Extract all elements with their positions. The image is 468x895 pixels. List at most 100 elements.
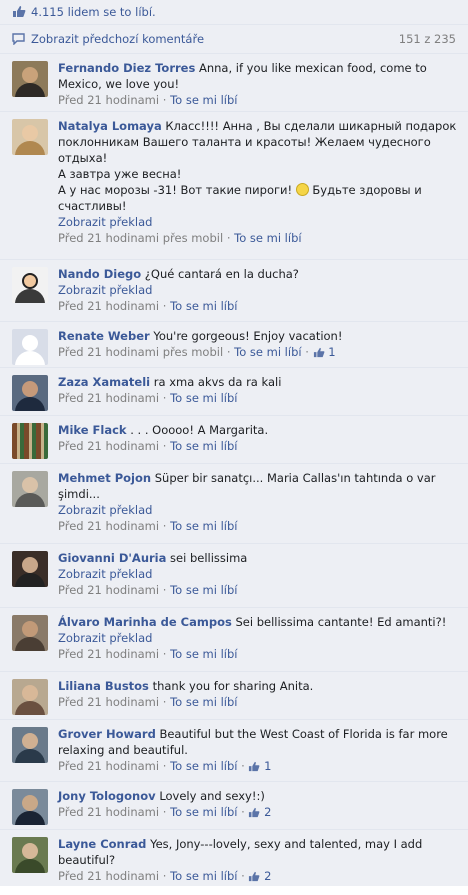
comment-meta: Před 21 hodinami · To se mi líbí — [58, 93, 238, 107]
comment-author[interactable]: Giovanni D'Auria — [58, 551, 166, 565]
translate-link[interactable]: Zobrazit překlad — [58, 503, 152, 517]
like-link[interactable]: To se mi líbí — [170, 519, 237, 533]
thumbs-up-icon — [249, 807, 260, 818]
comment-author[interactable]: Nando Diego — [58, 267, 141, 281]
translate-link[interactable]: Zobrazit překlad — [58, 631, 152, 645]
previous-comments-bar: Zobrazit předchozí komentáře 151 z 235 — [0, 25, 468, 54]
comment-author[interactable]: Fernando Diez Torres — [58, 61, 195, 75]
avatar[interactable] — [12, 615, 48, 651]
comment-bubble-icon — [12, 32, 25, 46]
like-link[interactable]: To se mi líbí — [170, 391, 237, 405]
like-link[interactable]: To se mi líbí — [170, 759, 237, 773]
like-count[interactable]: 2 — [248, 869, 271, 883]
avatar[interactable] — [12, 119, 48, 155]
comment-timestamp[interactable]: Před 21 hodinami — [58, 805, 159, 819]
translate-link[interactable]: Zobrazit překlad — [58, 283, 152, 297]
translate-link[interactable]: Zobrazit překlad — [58, 215, 152, 229]
comment-timestamp[interactable]: Před 21 hodinami — [58, 695, 159, 709]
like-link[interactable]: To se mi líbí — [170, 695, 237, 709]
avatar[interactable] — [12, 837, 48, 873]
comment-author[interactable]: Grover Howard — [58, 727, 156, 741]
comment-timestamp[interactable]: Před 21 hodinami — [58, 759, 159, 773]
comment-text: Lovely and sexy!:) — [159, 789, 265, 803]
comment-meta: Před 21 hodinami · To se mi líbí · 2 — [58, 805, 272, 819]
like-link[interactable]: To se mi líbí — [234, 345, 301, 359]
comment-author[interactable]: Álvaro Marinha de Campos — [58, 615, 232, 629]
avatar[interactable] — [12, 61, 48, 97]
comment-meta: Před 21 hodinami přes mobil · To se mi l… — [58, 345, 336, 359]
comment-item: Álvaro Marinha de Campos Sei bellissima … — [0, 608, 468, 672]
comment-text: ra xma akvs da ra kali — [153, 375, 282, 389]
comment-timestamp[interactable]: Před 21 hodinami — [58, 391, 159, 405]
avatar[interactable] — [12, 679, 48, 715]
comment-author[interactable]: Mehmet Pojon — [58, 471, 151, 485]
comment-count: 151 z 235 — [398, 32, 456, 46]
like-link[interactable]: To se mi líbí — [170, 805, 237, 819]
comment-timestamp[interactable]: Před 21 hodinami přes mobil — [58, 345, 223, 359]
likes-count-link[interactable]: 4.115 lidem se to líbí. — [31, 5, 156, 19]
like-count[interactable]: 1 — [313, 345, 336, 359]
thumbs-up-icon — [249, 871, 260, 882]
comment-author[interactable]: Natalya Lomaya — [58, 119, 162, 133]
like-link[interactable]: To se mi líbí — [170, 583, 237, 597]
like-link[interactable]: To se mi líbí — [234, 231, 301, 245]
avatar[interactable] — [12, 375, 48, 411]
smiley-icon — [295, 183, 309, 196]
comment-timestamp[interactable]: Před 21 hodinami — [58, 519, 159, 533]
comment-author[interactable]: Liliana Bustos — [58, 679, 149, 693]
comment-timestamp[interactable]: Před 21 hodinami — [58, 439, 159, 453]
comment-item: Jony Tologonov Lovely and sexy!:) Před 2… — [0, 782, 468, 830]
comment-timestamp[interactable]: Před 21 hodinami — [58, 869, 159, 883]
comment-timestamp[interactable]: Před 21 hodinami — [58, 299, 159, 313]
comment-author[interactable]: Renate Weber — [58, 329, 150, 343]
avatar[interactable] — [12, 267, 48, 303]
comment-meta: Před 21 hodinami · To se mi líbí — [58, 519, 238, 533]
comment-item: Mike Flack . . . Ooooo! A Margarita. Pře… — [0, 416, 468, 464]
like-link[interactable]: To se mi líbí — [170, 647, 237, 661]
comment-timestamp[interactable]: Před 21 hodinami — [58, 93, 159, 107]
comment-meta: Před 21 hodinami · To se mi líbí — [58, 439, 238, 453]
comment-text: Sei bellissima cantante! Ed amanti?! — [235, 615, 447, 629]
comment-item: Giovanni D'Auria sei bellissima Zobrazit… — [0, 544, 468, 608]
comment-author[interactable]: Mike Flack — [58, 423, 127, 437]
comment-meta: Před 21 hodinami · To se mi líbí — [58, 695, 238, 709]
comment-text: . . . Ooooo! A Margarita. — [130, 423, 269, 437]
comment-timestamp[interactable]: Před 21 hodinami přes mobil — [58, 231, 223, 245]
comment-item: Mehmet Pojon Süper bir sanatçı... Maria … — [0, 464, 468, 544]
comment-meta: Před 21 hodinami přes mobil · To se mi l… — [58, 231, 302, 245]
avatar[interactable] — [12, 789, 48, 825]
comment-author[interactable]: Jony Tologonov — [58, 789, 156, 803]
thumbs-up-icon — [249, 761, 260, 772]
comment-text: sei bellissima — [170, 551, 248, 565]
comment-item: Nando Diego ¿Qué cantará en la ducha? Zo… — [0, 260, 468, 322]
comment-item: Layne Conrad Yes, Jony---lovely, sexy an… — [0, 830, 468, 886]
comment-meta: Před 21 hodinami · To se mi líbí — [58, 391, 238, 405]
comment-timestamp[interactable]: Před 21 hodinami — [58, 583, 159, 597]
like-link[interactable]: To se mi líbí — [170, 93, 237, 107]
avatar[interactable] — [12, 551, 48, 587]
comment-meta: Před 21 hodinami · To se mi líbí · 2 — [58, 869, 272, 883]
avatar[interactable] — [12, 471, 48, 507]
avatar[interactable] — [12, 423, 48, 459]
comment-text: А завтра уже весна! — [58, 167, 182, 181]
comment-item: Natalya Lomaya Класс!!!! Анна , Вы сдела… — [0, 112, 468, 260]
like-link[interactable]: To se mi líbí — [170, 869, 237, 883]
like-count[interactable]: 2 — [248, 805, 271, 819]
comment-text: А у нас морозы -31! Вот такие пироги! — [58, 183, 293, 197]
comment-timestamp[interactable]: Před 21 hodinami — [58, 647, 159, 661]
translate-link[interactable]: Zobrazit překlad — [58, 567, 152, 581]
avatar[interactable] — [12, 727, 48, 763]
comment-item: Fernando Diez Torres Anna, if you like m… — [0, 54, 468, 112]
comment-meta: Před 21 hodinami · To se mi líbí — [58, 647, 238, 661]
thumbs-up-icon — [12, 5, 26, 19]
likes-bar: 4.115 lidem se to líbí. — [0, 0, 468, 25]
like-count[interactable]: 1 — [248, 759, 271, 773]
comment-author[interactable]: Layne Conrad — [58, 837, 146, 851]
like-link[interactable]: To se mi líbí — [170, 439, 237, 453]
view-previous-comments-link[interactable]: Zobrazit předchozí komentáře — [31, 32, 204, 46]
comment-author[interactable]: Zaza Xamateli — [58, 375, 150, 389]
like-link[interactable]: To se mi líbí — [170, 299, 237, 313]
avatar[interactable] — [12, 329, 48, 365]
comment-item: Grover Howard Beautiful but the West Coa… — [0, 720, 468, 782]
comment-item: Liliana Bustos thank you for sharing Ani… — [0, 672, 468, 720]
